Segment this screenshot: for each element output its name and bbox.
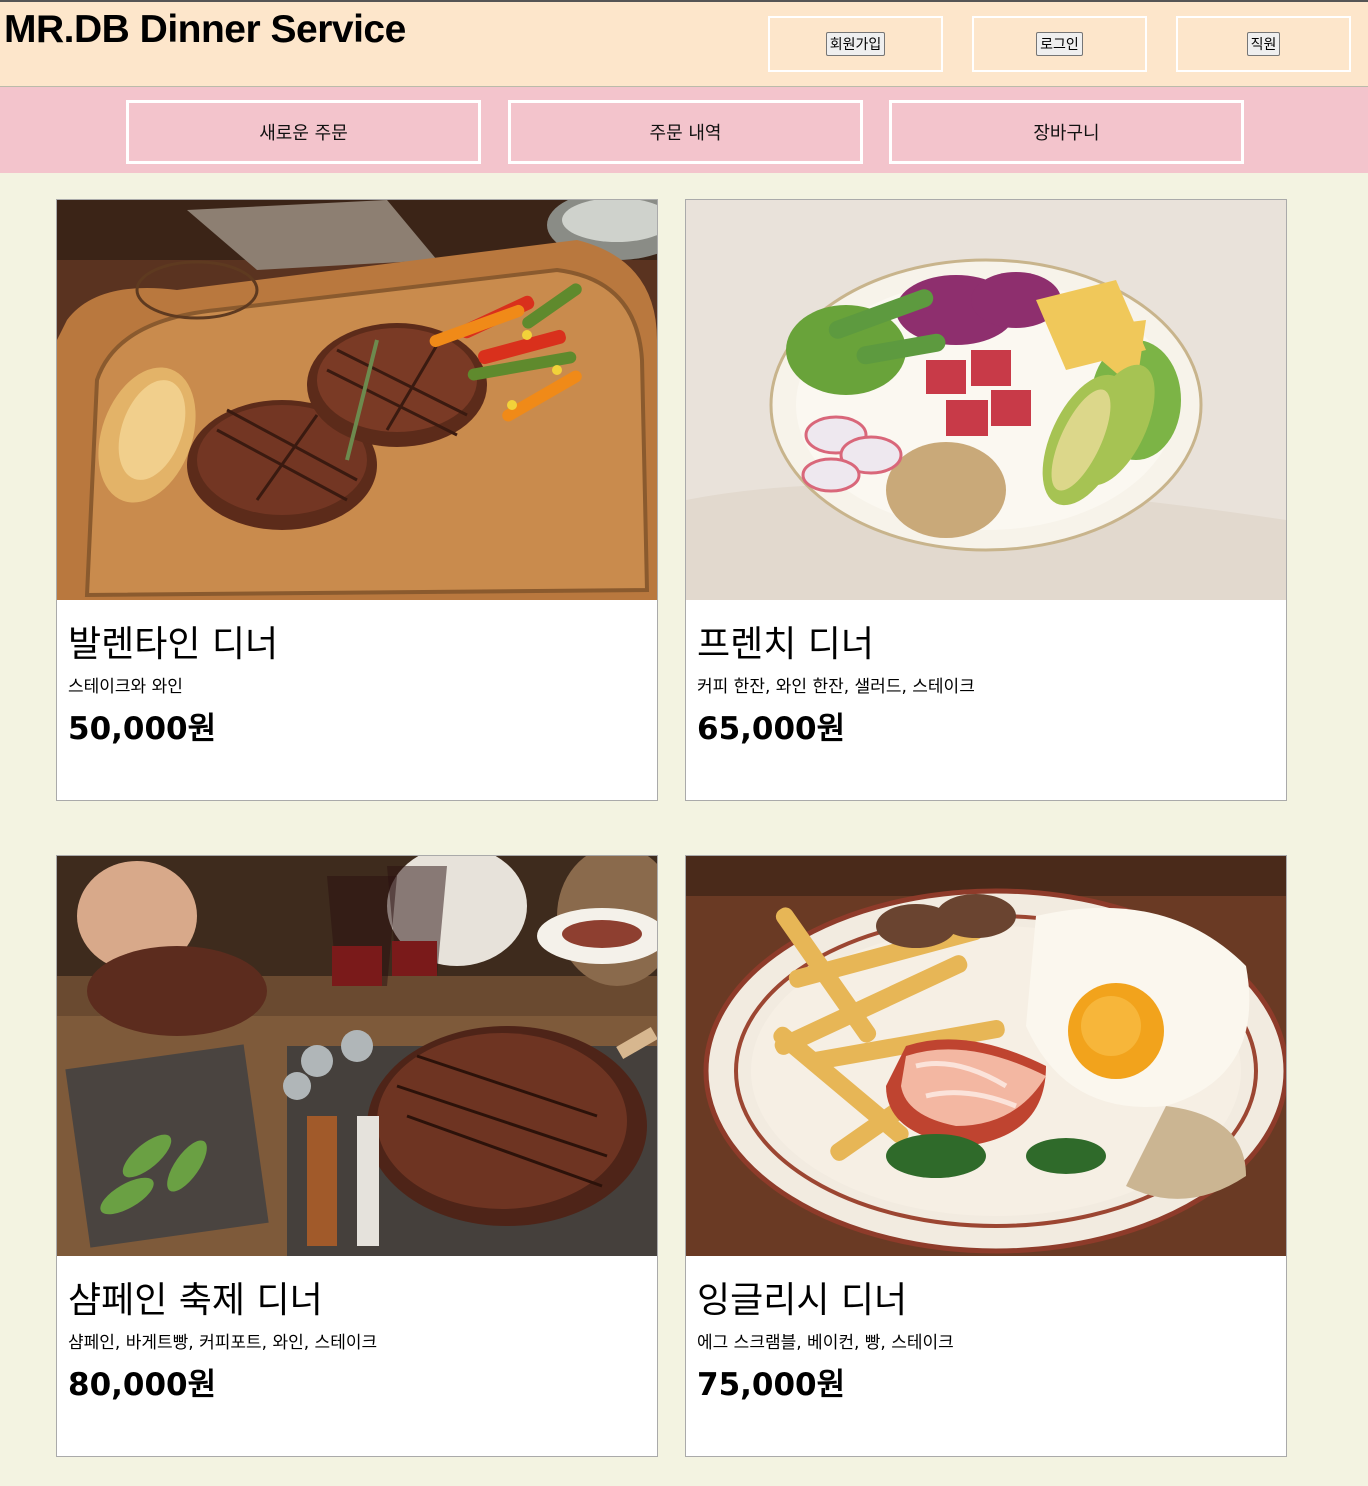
signup-box: 회원가입 (768, 16, 943, 72)
menu-card-french[interactable]: 프렌치 디너 커피 한잔, 와인 한잔, 샐러드, 스테이크 65,000원 (685, 199, 1287, 801)
staff-box: 직원 (1176, 16, 1351, 72)
signup-button[interactable]: 회원가입 (825, 32, 886, 56)
menu-card-english[interactable]: 잉글리시 디너 에그 스크램블, 베이컨, 빵, 스테이크 75,000원 (685, 855, 1287, 1457)
menu-card-valentine[interactable]: 발렌타인 디너 스테이크와 와인 50,000원 (56, 199, 658, 801)
english-breakfast-photo (686, 856, 1286, 1256)
new-order-button[interactable]: 새로운 주문 (126, 100, 481, 164)
login-box: 로그인 (972, 16, 1147, 72)
order-history-button[interactable]: 주문 내역 (508, 100, 863, 164)
menu-description: 샴페인, 바게트빵, 커피포트, 와인, 스테이크 (68, 1333, 378, 1353)
menu-name: 샴페인 축제 디너 (68, 1280, 323, 1321)
steak-board-photo (57, 200, 657, 600)
menu-card-champagne[interactable]: 샴페인 축제 디너 샴페인, 바게트빵, 커피포트, 와인, 스테이크 80,0… (56, 855, 658, 1457)
menu-name: 잉글리시 디너 (697, 1280, 908, 1321)
menu-name: 프렌치 디너 (697, 624, 875, 665)
top-bar: MR.DB Dinner Service 회원가입 로그인 직원 (0, 0, 1368, 87)
salad-bowl-photo (686, 200, 1286, 600)
login-button[interactable]: 로그인 (1036, 32, 1083, 56)
menu-name: 발렌타인 디너 (68, 624, 279, 665)
menu-description: 커피 한잔, 와인 한잔, 샐러드, 스테이크 (697, 677, 975, 697)
feast-table-photo (57, 856, 657, 1256)
menu-description: 에그 스크램블, 베이컨, 빵, 스테이크 (697, 1333, 954, 1353)
brand-title: MR.DB Dinner Service (4, 8, 406, 51)
menu-price: 65,000원 (697, 711, 846, 747)
nav-bar: 새로운 주문 주문 내역 장바구니 (0, 87, 1368, 173)
menu-description: 스테이크와 와인 (68, 677, 183, 697)
staff-button[interactable]: 직원 (1246, 32, 1281, 56)
cart-button[interactable]: 장바구니 (889, 100, 1244, 164)
menu-price: 50,000원 (68, 711, 217, 747)
menu-price: 80,000원 (68, 1367, 217, 1403)
menu-price: 75,000원 (697, 1367, 846, 1403)
